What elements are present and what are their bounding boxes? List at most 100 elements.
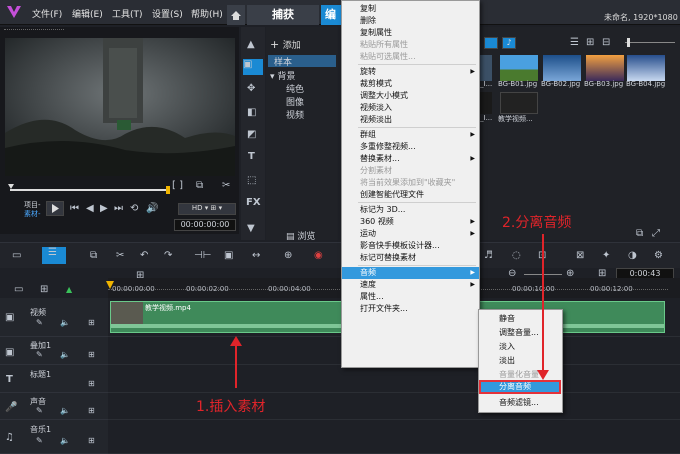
details-view-icon[interactable]: ⊟ — [602, 37, 610, 48]
context-menu-item[interactable]: 删除 — [342, 15, 479, 27]
snapshot-icon[interactable]: ✂ — [222, 180, 230, 191]
play-button[interactable] — [46, 201, 64, 216]
add-button[interactable]: + 添加 — [270, 38, 301, 51]
transition-icon[interactable]: ◧ — [247, 107, 256, 118]
volume-icon[interactable]: 🔊 — [146, 203, 158, 214]
media-thumbnail[interactable] — [500, 55, 538, 81]
group-icon[interactable]: ⊕ — [284, 250, 292, 261]
graphic-icon[interactable]: ⬚ — [247, 175, 256, 186]
audio-mixer-icon[interactable]: ♬ — [484, 250, 493, 261]
tree-item-sample[interactable]: 样本 — [268, 55, 336, 68]
trim-marks[interactable]: [ ] — [172, 180, 183, 191]
tree-item-video[interactable]: 视频 — [286, 108, 304, 121]
lock-all-icon[interactable]: ⊞ — [40, 284, 48, 295]
media-thumbnail[interactable] — [500, 92, 538, 114]
context-menu-item[interactable]: 裁剪模式 — [342, 78, 479, 90]
track-lock-icon[interactable]: ⊞ — [88, 350, 95, 359]
redo-icon[interactable]: ↷ — [164, 250, 172, 261]
context-menu-item[interactable]: 运动 ▶ — [342, 228, 479, 240]
track-lock-icon[interactable]: ⊞ — [88, 379, 95, 388]
submenu-item-separate-audio-highlight[interactable]: 分离音频 — [479, 380, 561, 394]
playback-options[interactable]: HD ▾ ⊞ ▾ — [178, 203, 236, 215]
filter-video-button[interactable] — [484, 37, 498, 49]
menu-file[interactable]: 文件(F) — [32, 7, 62, 20]
track-lock-icon[interactable]: ⊞ — [88, 318, 95, 327]
magic-tools-icon[interactable]: ✂ — [116, 250, 124, 261]
tree-item-solid[interactable]: 纯色 — [286, 82, 304, 95]
slider-handle[interactable] — [627, 38, 630, 47]
context-menu-item[interactable]: 视频淡入 — [342, 102, 479, 114]
step-back-icon[interactable]: ◀ — [86, 203, 94, 214]
context-menu-item[interactable]: 群组 ▶ — [342, 129, 479, 141]
mute-speaker-icon[interactable]: 🔈 — [60, 318, 70, 327]
auto-music-icon[interactable]: ◌ — [512, 250, 521, 261]
media-thumbnail[interactable] — [627, 55, 665, 81]
step-forward-icon[interactable]: ▶ — [100, 203, 108, 214]
instant-project-icon[interactable]: ✥ — [247, 83, 255, 94]
zoom-fit-icon[interactable]: ▣ — [224, 250, 233, 261]
playhead-icon[interactable] — [106, 281, 114, 291]
tab-capture[interactable]: 捕获 — [247, 5, 319, 25]
context-menu-item[interactable]: 旋转 ▶ — [342, 66, 479, 78]
fit-icon[interactable]: ⤢ — [652, 228, 660, 239]
track-lock-icon[interactable]: ⊞ — [88, 406, 95, 415]
track-lock-icon[interactable]: ⊞ — [88, 436, 95, 445]
track-manager-icon[interactable]: ⧉ — [90, 250, 97, 261]
tree-item-background[interactable]: ▾ 背景 — [270, 69, 295, 82]
trim-icon[interactable]: ⊣⊢ — [194, 250, 211, 261]
tree-item-image[interactable]: 图像 — [286, 95, 304, 108]
media-thumbnail[interactable] — [480, 55, 492, 81]
context-menu-item[interactable]: 速度 ▶ — [342, 279, 479, 291]
context-menu-item[interactable]: 标记为 3D... — [342, 204, 479, 216]
color-icon[interactable]: ◑ — [628, 250, 637, 261]
context-menu-item[interactable]: 音频 ▶ — [342, 267, 479, 279]
collapse-up-icon[interactable]: ▲ — [247, 39, 255, 50]
media-thumbnail[interactable] — [480, 92, 492, 114]
timecode-display[interactable]: 00:00:00:00 — [174, 219, 236, 231]
text-icon[interactable]: T — [248, 151, 255, 162]
context-menu-item[interactable]: 属性... — [342, 291, 479, 303]
split-icon[interactable]: ⧉ — [196, 180, 203, 191]
mute-speaker-icon[interactable]: 🔈 — [60, 350, 70, 359]
context-menu-item[interactable]: 复制 — [342, 3, 479, 15]
audio-submenu-item[interactable]: 音频滤镜... — [479, 397, 562, 409]
mute-speaker-icon[interactable]: 🔈 — [60, 436, 70, 445]
add-track-icon[interactable]: ▲ — [66, 285, 72, 294]
media-tool[interactable]: ▣ — [243, 59, 263, 75]
menu-tools[interactable]: 工具(T) — [112, 7, 143, 20]
mask-icon[interactable]: ⊠ — [576, 250, 584, 261]
context-menu-item[interactable]: 视频淡出 — [342, 114, 479, 126]
list-view-icon[interactable]: ☰ — [570, 37, 579, 48]
edit-pen-icon[interactable]: ✎ — [36, 318, 43, 327]
tab-home[interactable] — [227, 5, 245, 25]
title-tool-icon[interactable]: ◩ — [247, 129, 256, 140]
menu-settings[interactable]: 设置(S) — [152, 7, 183, 20]
record-icon[interactable]: ◉ — [314, 250, 323, 261]
media-thumbnail[interactable] — [586, 55, 624, 81]
track-toggle-icon[interactable]: ▭ — [14, 284, 23, 295]
thumbnail-size-slider[interactable] — [625, 42, 675, 43]
edit-pen-icon[interactable]: ✎ — [36, 350, 43, 359]
motion-icon[interactable]: ✦ — [602, 250, 610, 261]
storyboard-view-icon[interactable]: ▭ — [12, 250, 21, 261]
media-thumbnail[interactable] — [543, 55, 581, 81]
fx-icon[interactable]: FX — [246, 197, 261, 208]
context-menu-item[interactable]: 360 视频 ▶ — [342, 216, 479, 228]
grid-view-icon[interactable]: ⊞ — [586, 37, 594, 48]
undo-icon[interactable]: ↶ — [140, 250, 148, 261]
clip-label[interactable]: 素材- — [24, 209, 41, 219]
settings-icon[interactable]: ⚙ — [654, 250, 663, 261]
context-menu-item[interactable]: 打开文件夹... — [342, 303, 479, 315]
context-menu-item[interactable]: 标记可替换素材 — [342, 252, 479, 264]
context-menu-item[interactable]: 调整大小模式 — [342, 90, 479, 102]
context-menu-item[interactable]: 影音快手模板设计器... — [342, 240, 479, 252]
collapse-down-icon[interactable]: ▼ — [247, 223, 255, 234]
context-menu-item[interactable]: 复制属性 — [342, 27, 479, 39]
context-menu-item[interactable]: 创建智能代理文件 — [342, 189, 479, 201]
filter-audio-button[interactable]: ♪ — [502, 37, 516, 49]
menu-edit[interactable]: 编辑(E) — [72, 7, 103, 20]
menu-help[interactable]: 帮助(H) — [191, 7, 223, 20]
mute-speaker-icon[interactable]: 🔈 — [60, 406, 70, 415]
previous-frame-icon[interactable]: ⏮ — [70, 203, 79, 214]
context-menu-item[interactable]: 替换素材... ▶ — [342, 153, 479, 165]
